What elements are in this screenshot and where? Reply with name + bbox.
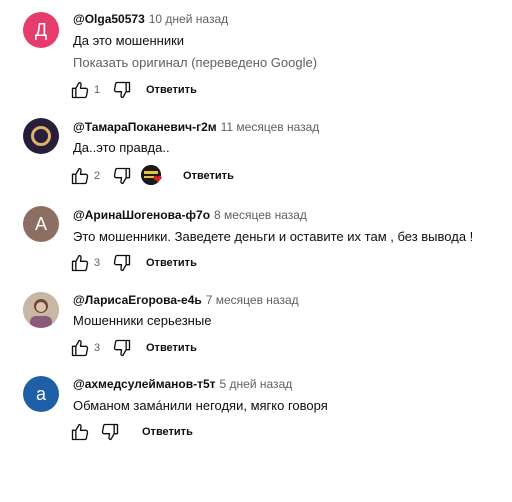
comment-text: Обманом замáнили негодяи, мягко говоря bbox=[73, 398, 328, 413]
creator-heart-icon: ❤ bbox=[141, 165, 165, 187]
avatar[interactable]: А bbox=[23, 206, 59, 242]
comment-time[interactable]: 7 месяцев назад bbox=[206, 293, 299, 307]
like-count: 2 bbox=[94, 170, 101, 182]
comment-time[interactable]: 10 дней назад bbox=[149, 12, 228, 26]
thumb-down-icon[interactable] bbox=[112, 166, 132, 186]
comment-author[interactable]: @ЛарисаЕгорова-е4ь bbox=[73, 293, 202, 307]
avatar-photo-icon bbox=[23, 292, 59, 328]
avatar[interactable] bbox=[23, 292, 59, 328]
thumb-up-icon[interactable] bbox=[70, 80, 90, 100]
like-count: 3 bbox=[94, 257, 101, 269]
avatar-ring-icon bbox=[31, 126, 51, 146]
thumb-up-icon[interactable] bbox=[70, 253, 90, 273]
thumb-up-icon[interactable] bbox=[70, 422, 90, 442]
comment-actions: 1 Ответить bbox=[70, 79, 197, 101]
comment-actions: Ответить bbox=[70, 421, 193, 443]
comment-author[interactable]: @ахмедсулейманов-т5т bbox=[73, 377, 216, 391]
comment-text: Мошенники серьезные bbox=[73, 313, 212, 328]
comment-time[interactable]: 5 дней назад bbox=[220, 377, 293, 391]
like-count: 1 bbox=[94, 84, 101, 96]
thumb-down-icon[interactable] bbox=[100, 422, 120, 442]
comment-actions: 2 ❤ Ответить bbox=[70, 165, 234, 187]
thumb-down-icon[interactable] bbox=[112, 338, 132, 358]
reply-button[interactable]: Ответить bbox=[146, 84, 197, 96]
comment-text: Это мошенники. Заведете деньги и оставит… bbox=[73, 229, 474, 244]
reply-button[interactable]: Ответить bbox=[146, 342, 197, 354]
comment-time[interactable]: 8 месяцев назад bbox=[214, 208, 307, 222]
thumb-down-icon[interactable] bbox=[112, 253, 132, 273]
like-count: 3 bbox=[94, 342, 101, 354]
reply-button[interactable]: Ответить bbox=[142, 426, 193, 438]
comment-actions: 3 Ответить bbox=[70, 337, 197, 359]
comment-author[interactable]: @АринаШогенова-ф7о bbox=[73, 208, 210, 222]
avatar[interactable] bbox=[23, 118, 59, 154]
comment-author[interactable]: @Olga50573 bbox=[73, 12, 145, 26]
thumb-down-icon[interactable] bbox=[112, 80, 132, 100]
comment-text: Да..это правда.. bbox=[73, 140, 170, 155]
avatar[interactable]: а bbox=[23, 376, 59, 412]
thumb-up-icon[interactable] bbox=[70, 166, 90, 186]
comment-actions: 3 Ответить bbox=[70, 252, 197, 274]
avatar[interactable]: Д bbox=[23, 12, 59, 48]
avatar-letter: А bbox=[34, 213, 47, 234]
comment-text: Да это мошенники bbox=[73, 33, 185, 48]
avatar-letter: а bbox=[35, 383, 46, 404]
show-original-link[interactable]: Показать оригинал (переведено Google) bbox=[73, 55, 317, 71]
reply-button[interactable]: Ответить bbox=[146, 257, 197, 269]
avatar-letter: Д bbox=[34, 19, 48, 40]
reply-button[interactable]: Ответить bbox=[183, 170, 234, 182]
comment-time[interactable]: 11 месяцев назад bbox=[221, 120, 320, 134]
thumb-up-icon[interactable] bbox=[70, 338, 90, 358]
comment-author[interactable]: @ТамараПоканевич-г2м bbox=[73, 120, 217, 134]
